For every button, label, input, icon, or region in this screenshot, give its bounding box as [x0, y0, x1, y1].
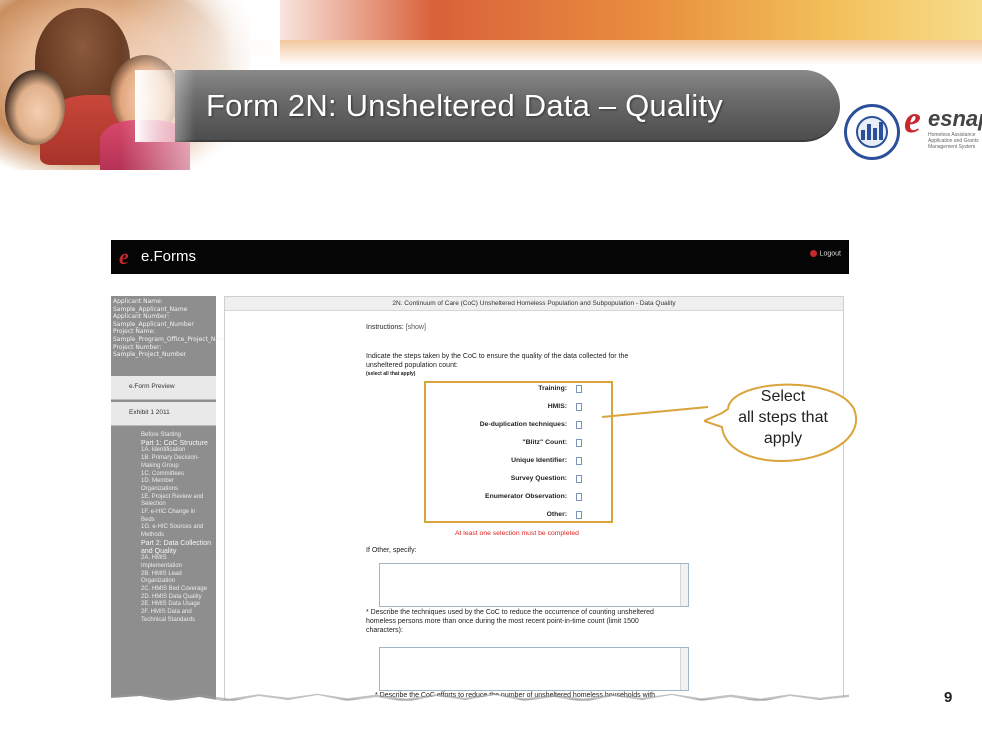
sidebar-item[interactable]: 2D. HMIS Data Quality: [141, 594, 215, 602]
sidebar-item[interactable]: 2E. HMIS Data Usage: [141, 601, 215, 609]
callout-line: Select: [760, 388, 806, 405]
sidebar-item[interactable]: 1C. Committees: [141, 471, 215, 479]
sidebar-item[interactable]: Methods: [141, 532, 215, 540]
sidebar-item[interactable]: 2A. HMIS: [141, 555, 215, 563]
other-specify-label: If Other, specify:: [366, 547, 417, 554]
eforms-header: e e.Forms Logout: [111, 240, 849, 274]
photo-child-left: [5, 70, 65, 145]
banner-color-fade: [250, 40, 982, 65]
instructions-show-link[interactable]: [show]: [406, 324, 426, 331]
info-line: Sample_Program_Office_Project_Name: [113, 335, 229, 343]
tab-eform-preview[interactable]: e.Form Preview: [111, 376, 216, 400]
sidebar-item-part1[interactable]: Part 1: CoC Structure: [141, 440, 215, 448]
callout-line: all steps that: [738, 409, 828, 426]
info-line: Sample_Project_Number: [113, 351, 187, 359]
banner-color-strip: [250, 0, 982, 40]
sidebar-item[interactable]: 2C. HMIS Bed Coverage: [141, 586, 215, 594]
sidebar-item[interactable]: 2B. HMIS Lead: [141, 571, 215, 579]
sidebar-item[interactable]: 1D. Member: [141, 478, 215, 486]
esnaps-wordmark: esnaps: [928, 106, 982, 131]
required-message: At least one selection must be completed: [455, 530, 579, 537]
textarea-scrollbar[interactable]: [680, 564, 688, 606]
eforms-brand: e.Forms: [141, 248, 197, 265]
sidebar-item[interactable]: Before Starting: [141, 432, 215, 440]
dedup-techniques-textarea[interactable]: [379, 647, 689, 691]
sidebar-item[interactable]: Organizations: [141, 486, 215, 494]
info-line: Project Name:: [113, 328, 156, 336]
sidebar-item[interactable]: 2F. HMIS Data and: [141, 609, 215, 617]
tab-exhibit-1-2011[interactable]: Exhibit 1 2011: [111, 402, 216, 426]
esnaps-subtitle: Homeless Assistance Application and Gran…: [928, 132, 979, 150]
steps-question: Indicate the steps taken by the CoC to e…: [366, 353, 629, 369]
info-line: Project Number:: [113, 343, 162, 351]
callout-text: Select all steps that apply: [704, 386, 862, 449]
sidebar-item[interactable]: Making Group: [141, 463, 215, 471]
sidebar-item[interactable]: 1A. Identification: [141, 447, 215, 455]
page-number: 9: [944, 689, 953, 706]
esnaps-e-icon: e: [904, 99, 921, 141]
header-banner: Form 2N: Unsheltered Data – Quality e es…: [0, 0, 982, 170]
info-line: Sample_Applicant_Number: [113, 320, 194, 328]
sidebar-item[interactable]: 1E. Project Review and: [141, 494, 215, 502]
textarea-scrollbar[interactable]: [680, 648, 688, 690]
sidebar-item[interactable]: Implementation: [141, 563, 215, 571]
logout-link[interactable]: Logout: [809, 250, 841, 257]
sidebar-item[interactable]: Selection: [141, 501, 215, 509]
slide-title: Form 2N: Unsheltered Data – Quality: [206, 88, 723, 123]
sidebar-item[interactable]: 1F. e-HIC Change in: [141, 509, 215, 517]
eforms-logo-icon: e: [119, 244, 129, 269]
sidebar-item[interactable]: 1G. e-HIC Sources and: [141, 524, 215, 532]
logout-icon: [809, 250, 817, 257]
checkbox-highlight-box: [424, 381, 613, 523]
instructions-label: Instructions:: [366, 324, 404, 331]
form-header: 2N. Continuum of Care (CoC) Unsheltered …: [225, 297, 843, 311]
sidebar-item[interactable]: 1B. Primary Decision-: [141, 455, 215, 463]
info-line: Applicant Number:: [113, 313, 170, 321]
callout-line: apply: [763, 430, 803, 447]
other-specify-textarea[interactable]: [379, 563, 689, 607]
info-line: Sample_Applicant_Name: [113, 305, 188, 313]
sidebar-item[interactable]: Beds: [141, 517, 215, 525]
sidebar-item[interactable]: Technical Standards: [141, 617, 215, 625]
instructions: Instructions: [show]: [366, 324, 426, 331]
dedup-techniques-question: * Describe the techniques used by the Co…: [366, 609, 654, 634]
esnaps-logo: e esnaps Homeless Assistance Application…: [904, 98, 982, 154]
select-note: (select all that apply): [366, 371, 416, 377]
sidebar-item[interactable]: Organization: [141, 578, 215, 586]
callout-pointer: [601, 406, 709, 418]
sidebar-item-part2-cont[interactable]: and Quality: [141, 548, 215, 556]
sidebar: Applicant Name: Sample_Applicant_Name Ap…: [111, 296, 229, 700]
sidebar-item-part2[interactable]: Part 2: Data Collection: [141, 540, 215, 548]
info-line: Applicant Name:: [113, 298, 163, 305]
applicant-info: Applicant Name: Sample_Applicant_Name Ap…: [111, 296, 229, 361]
sidebar-nav: Before Starting Part 1: CoC Structure 1A…: [141, 432, 215, 625]
slide: Form 2N: Unsheltered Data – Quality e es…: [0, 0, 982, 742]
hud-seal-icon: [844, 104, 900, 160]
